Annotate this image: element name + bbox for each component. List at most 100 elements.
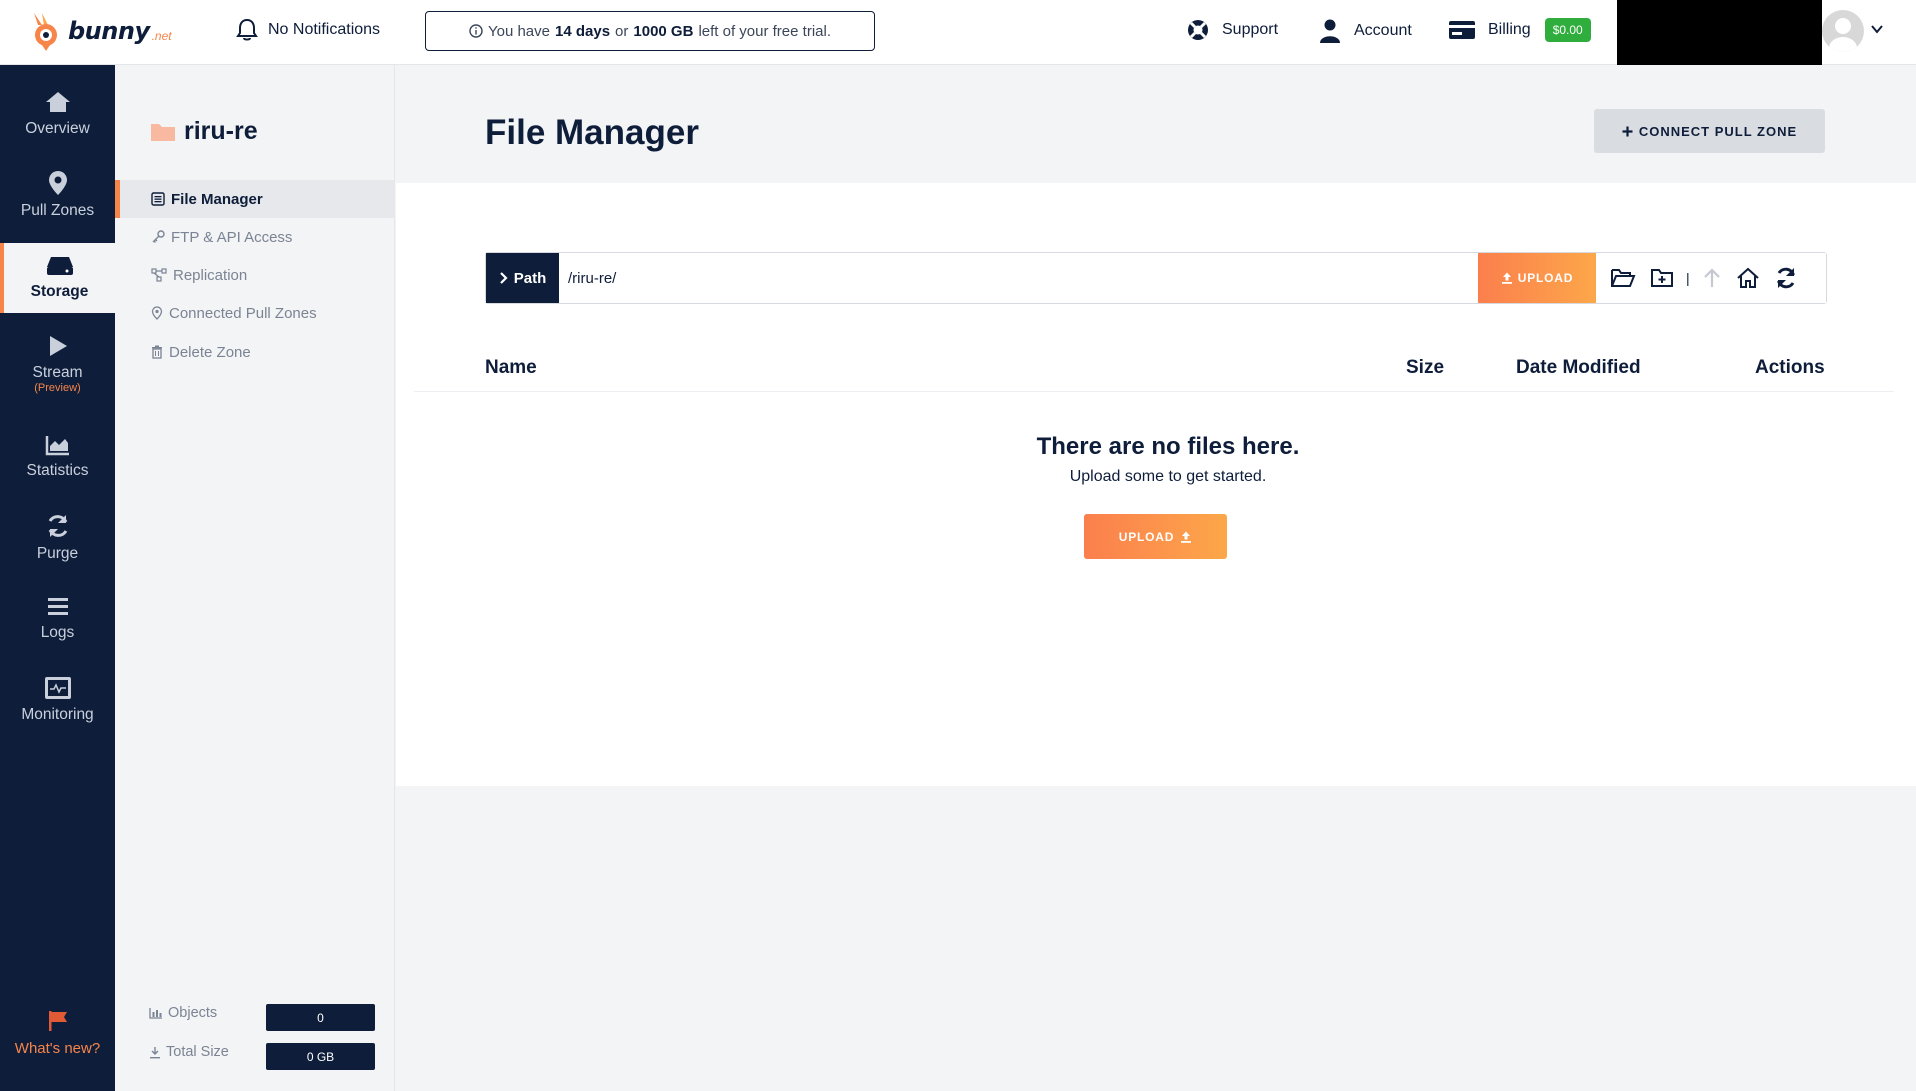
trash-icon [152, 345, 162, 359]
nav-item-storage[interactable]: Storage [0, 243, 115, 313]
path-bar: Path UPLOAD | [485, 252, 1827, 304]
nav-label-statistics: Statistics [26, 462, 89, 479]
path-label-text: Path [513, 269, 547, 287]
home-icon [45, 92, 70, 112]
total-size-value: 0 GB [266, 1043, 375, 1070]
column-header-name[interactable]: Name [485, 357, 537, 379]
subnav-item-ftp-api-access[interactable]: FTP & API Access [115, 218, 395, 256]
empty-state-subtitle: Upload some to get started. [1069, 468, 1267, 485]
trial-days: 14 days [555, 22, 611, 40]
nav-label-monitoring: Monitoring [21, 706, 94, 723]
area-chart-icon [45, 436, 69, 456]
subnav-item-delete-zone[interactable]: Delete Zone [115, 333, 395, 371]
nav-label-stream: Stream [32, 364, 83, 381]
path-upload-label: UPLOAD [1517, 271, 1574, 285]
list-icon [47, 598, 68, 615]
column-header-date-modified[interactable]: Date Modified [1516, 357, 1641, 379]
subnav-label-file-manager: File Manager [171, 190, 263, 208]
subnav-label-connected-pull-zones: Connected Pull Zones [169, 304, 317, 322]
user-icon [1320, 19, 1340, 43]
chevron-right-icon [499, 272, 508, 284]
replication-icon [151, 268, 167, 282]
path-input[interactable] [559, 253, 1478, 303]
billing-label: Billing [1488, 21, 1531, 38]
nav-item-monitoring[interactable]: Monitoring [0, 665, 115, 735]
nav-item-overview[interactable]: Overview [0, 79, 115, 149]
zone-name: riru-re [184, 117, 258, 145]
account-link[interactable]: Account [1318, 18, 1412, 44]
new-folder-icon[interactable] [1650, 267, 1674, 289]
empty-state-title: There are no files here. [1036, 433, 1300, 460]
subnav-item-connected-pull-zones[interactable]: Connected Pull Zones [115, 294, 395, 332]
bunny-logo-icon [34, 13, 57, 51]
nav-sub-preview: (Preview) [34, 382, 81, 394]
nav-label-pull-zones: Pull Zones [20, 202, 95, 219]
map-pin-icon [48, 171, 67, 195]
subnav-item-file-manager[interactable]: File Manager [115, 180, 395, 218]
bell-icon [236, 18, 258, 41]
support-link[interactable]: Support [1186, 18, 1278, 42]
notifications-label: No Notifications [268, 21, 381, 38]
refresh-icon[interactable] [1774, 266, 1798, 290]
nav-item-stream[interactable]: Stream (Preview) [0, 324, 115, 404]
file-manager-icon [151, 192, 165, 206]
nav-label-logs: Logs [40, 624, 75, 641]
whats-new-link[interactable]: What's new? [0, 1010, 115, 1057]
chevron-down-icon[interactable] [1870, 22, 1884, 36]
top-bar: bunny .net No Notifications You have 14 … [0, 0, 1916, 65]
map-pin-icon [151, 306, 163, 320]
bunny-logo[interactable]: bunny .net [28, 10, 172, 52]
objects-count-value: 0 [266, 1004, 375, 1031]
notifications-button[interactable]: No Notifications [236, 18, 380, 42]
total-size-label: Total Size [166, 1044, 229, 1060]
total-size-stat-label: Total Size [149, 1044, 229, 1060]
subnav-label-ftp-api-access: FTP & API Access [171, 228, 293, 246]
empty-upload-label: UPLOAD [1118, 529, 1175, 544]
play-icon [49, 336, 67, 356]
download-icon [150, 1046, 160, 1058]
empty-state-upload-button[interactable]: UPLOAD [1084, 514, 1227, 559]
subnav-item-replication[interactable]: Replication [115, 256, 395, 294]
column-header-actions: Actions [1755, 357, 1825, 378]
trial-middle: or [615, 22, 629, 40]
storage-zone-sidebar: riru-re File Manager FTP & API Access Re… [115, 65, 395, 1091]
nav-label-purge: Purge [36, 545, 79, 562]
subnav-label-delete-zone: Delete Zone [169, 343, 251, 361]
upload-icon [1181, 531, 1192, 543]
nav-label-overview: Overview [25, 120, 90, 137]
connect-pull-zone-button[interactable]: CONNECT PULL ZONE [1594, 109, 1825, 153]
trial-bandwidth: 1000 GB [633, 22, 694, 40]
logo-tld: .net [151, 29, 172, 43]
nav-item-logs[interactable]: Logs [0, 584, 115, 654]
billing-link[interactable]: Billing $0.00 [1448, 18, 1591, 42]
redacted-area [1617, 0, 1822, 65]
header-divider [414, 391, 1894, 392]
path-toolbar: | [1596, 253, 1826, 303]
arrow-up-icon[interactable] [1702, 267, 1722, 289]
column-header-size[interactable]: Size [1406, 357, 1444, 379]
info-icon [469, 24, 483, 38]
bar-chart-icon [149, 1008, 162, 1019]
file-manager-panel: Path UPLOAD | [396, 183, 1916, 786]
upload-icon [1501, 272, 1512, 284]
key-icon [152, 230, 165, 243]
account-label: Account [1354, 22, 1412, 39]
support-label: Support [1222, 21, 1279, 38]
refresh-icon [48, 515, 67, 537]
lifebuoy-icon [1188, 20, 1208, 40]
folder-icon [151, 123, 175, 141]
billing-balance-badge: $0.00 [1544, 18, 1591, 42]
nav-label-storage: Storage [30, 283, 89, 300]
logo-text: bunny [68, 17, 150, 45]
home-icon[interactable] [1736, 267, 1760, 289]
path-upload-button[interactable]: UPLOAD [1478, 253, 1596, 303]
avatar[interactable] [1822, 10, 1864, 52]
path-label: Path [486, 253, 559, 303]
subnav-label-replication: Replication [173, 266, 248, 284]
whats-new-label: What's new? [14, 1040, 101, 1057]
open-folder-icon[interactable] [1610, 267, 1636, 289]
nav-item-purge[interactable]: Purge [0, 503, 115, 573]
nav-item-pull-zones[interactable]: Pull Zones [0, 160, 115, 230]
nav-item-statistics[interactable]: Statistics [0, 422, 115, 492]
credit-card-icon [1449, 21, 1475, 39]
